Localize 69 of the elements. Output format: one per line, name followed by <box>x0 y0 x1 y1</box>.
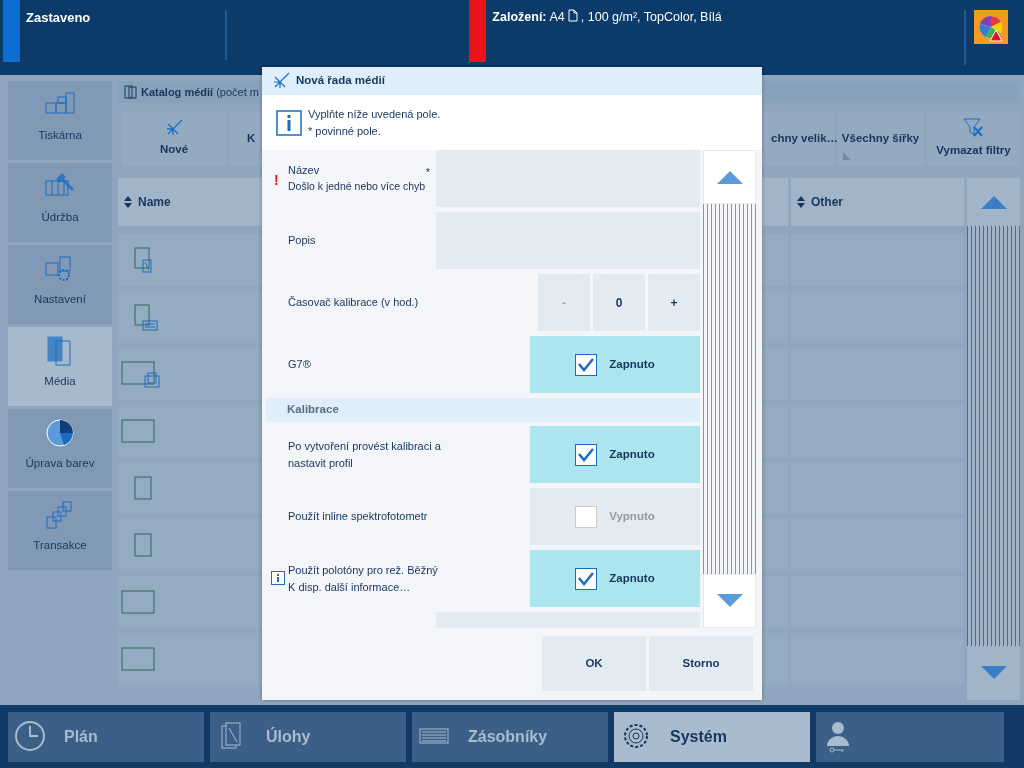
info-link[interactable]: K disp. další informace… <box>288 578 411 595</box>
sparkle-icon <box>272 72 290 90</box>
field-label: Použít polotóny pro rež. Běžný <box>288 563 438 578</box>
nav-tab[interactable]: Zásobníky <box>412 712 608 762</box>
column-header[interactable]: Other <box>791 178 964 226</box>
field-label: Časovač kalibrace (v hod.) <box>288 295 419 311</box>
text-field[interactable] <box>436 150 700 207</box>
checkbox[interactable] <box>575 443 598 466</box>
chevron-down-icon <box>980 666 1007 680</box>
color-warning-icon <box>974 10 1008 44</box>
sidebar-tab[interactable]: Nastavení <box>8 245 112 324</box>
media-size-text: A4 <box>549 9 565 26</box>
scroll-down-button[interactable] <box>703 574 756 628</box>
chevron-up-icon <box>716 170 743 184</box>
scroll-up-button[interactable] <box>703 150 756 204</box>
info-icon <box>276 109 302 136</box>
dialog-button[interactable]: Storno <box>649 636 753 691</box>
checkmark-icon <box>578 571 595 586</box>
scroll-up-button[interactable] <box>967 178 1020 226</box>
catalog-title: Katalog médií (počet m <box>141 84 259 100</box>
chevron-up-icon <box>980 195 1007 209</box>
sort-icon <box>124 196 132 208</box>
increment-button[interactable]: + <box>648 274 700 331</box>
dialog-button[interactable]: OK <box>542 636 646 691</box>
clock-icon <box>14 720 46 754</box>
required-mark: * <box>425 165 430 180</box>
info-text: Vyplňte níže uvedená pole. <box>308 107 441 122</box>
toggle-button[interactable]: Zapnuto <box>530 336 700 393</box>
document-icon <box>567 9 578 22</box>
nav-tab[interactable]: Systém <box>614 712 810 762</box>
toolbar-button[interactable]: Všechny šířky <box>837 111 924 166</box>
checkbox[interactable] <box>575 567 598 590</box>
sidebar-tab[interactable]: Transakce <box>8 491 112 570</box>
stepper-value: 0 <box>593 274 645 331</box>
sidebar-tab[interactable]: Tiskárna <box>8 81 112 160</box>
sort-icon <box>797 196 805 208</box>
scroll-down-button[interactable] <box>967 646 1020 700</box>
field-label: Popis <box>288 233 316 249</box>
info-text: * povinné pole. <box>308 123 382 139</box>
media-details-text: , 100 g/m², TopColor, Bílá <box>580 9 722 26</box>
sidebar-tab[interactable]: Úprava barev <box>8 409 112 488</box>
field-label: Použít inline spektrofotometr <box>288 509 428 525</box>
field-label: Po vytvoření provést kalibraci a nastavit profil <box>288 439 442 471</box>
nav-tab[interactable]: Plán <box>8 712 204 762</box>
field-label: Název <box>288 163 320 179</box>
nav-tab[interactable]: Úlohy <box>210 712 406 762</box>
field-label: G7® <box>288 357 311 373</box>
toolbar-button[interactable]: Nové <box>122 111 226 166</box>
section-heading: Kalibrace <box>287 402 339 418</box>
sheets-icon <box>124 85 138 99</box>
toggle-button[interactable]: Zapnuto <box>530 426 700 483</box>
toggle-button[interactable]: Zapnuto <box>530 550 700 607</box>
sidebar-tab[interactable]: Údržba <box>8 163 112 242</box>
chevron-down-icon <box>716 594 743 608</box>
sheet-icon <box>121 360 161 388</box>
error-text: Došlo k jedné nebo více chyb <box>288 178 426 194</box>
error-mark: ! <box>274 171 279 190</box>
nav-tab[interactable] <box>816 712 1004 762</box>
checkmark-icon <box>578 357 595 372</box>
status-text: Zastaveno <box>26 9 91 27</box>
color-wheel-icon <box>44 417 76 449</box>
checkmark-icon <box>578 447 595 462</box>
dialog-title: Nová řada médií <box>296 73 385 89</box>
sidebar-tab[interactable]: Média <box>8 327 112 406</box>
info-icon <box>271 571 285 585</box>
checkbox[interactable] <box>575 353 598 376</box>
loaded-media-label: Založení: <box>492 9 547 26</box>
corner-icon <box>843 152 851 160</box>
toolbar-button[interactable]: Vymazat filtry <box>927 111 1020 166</box>
